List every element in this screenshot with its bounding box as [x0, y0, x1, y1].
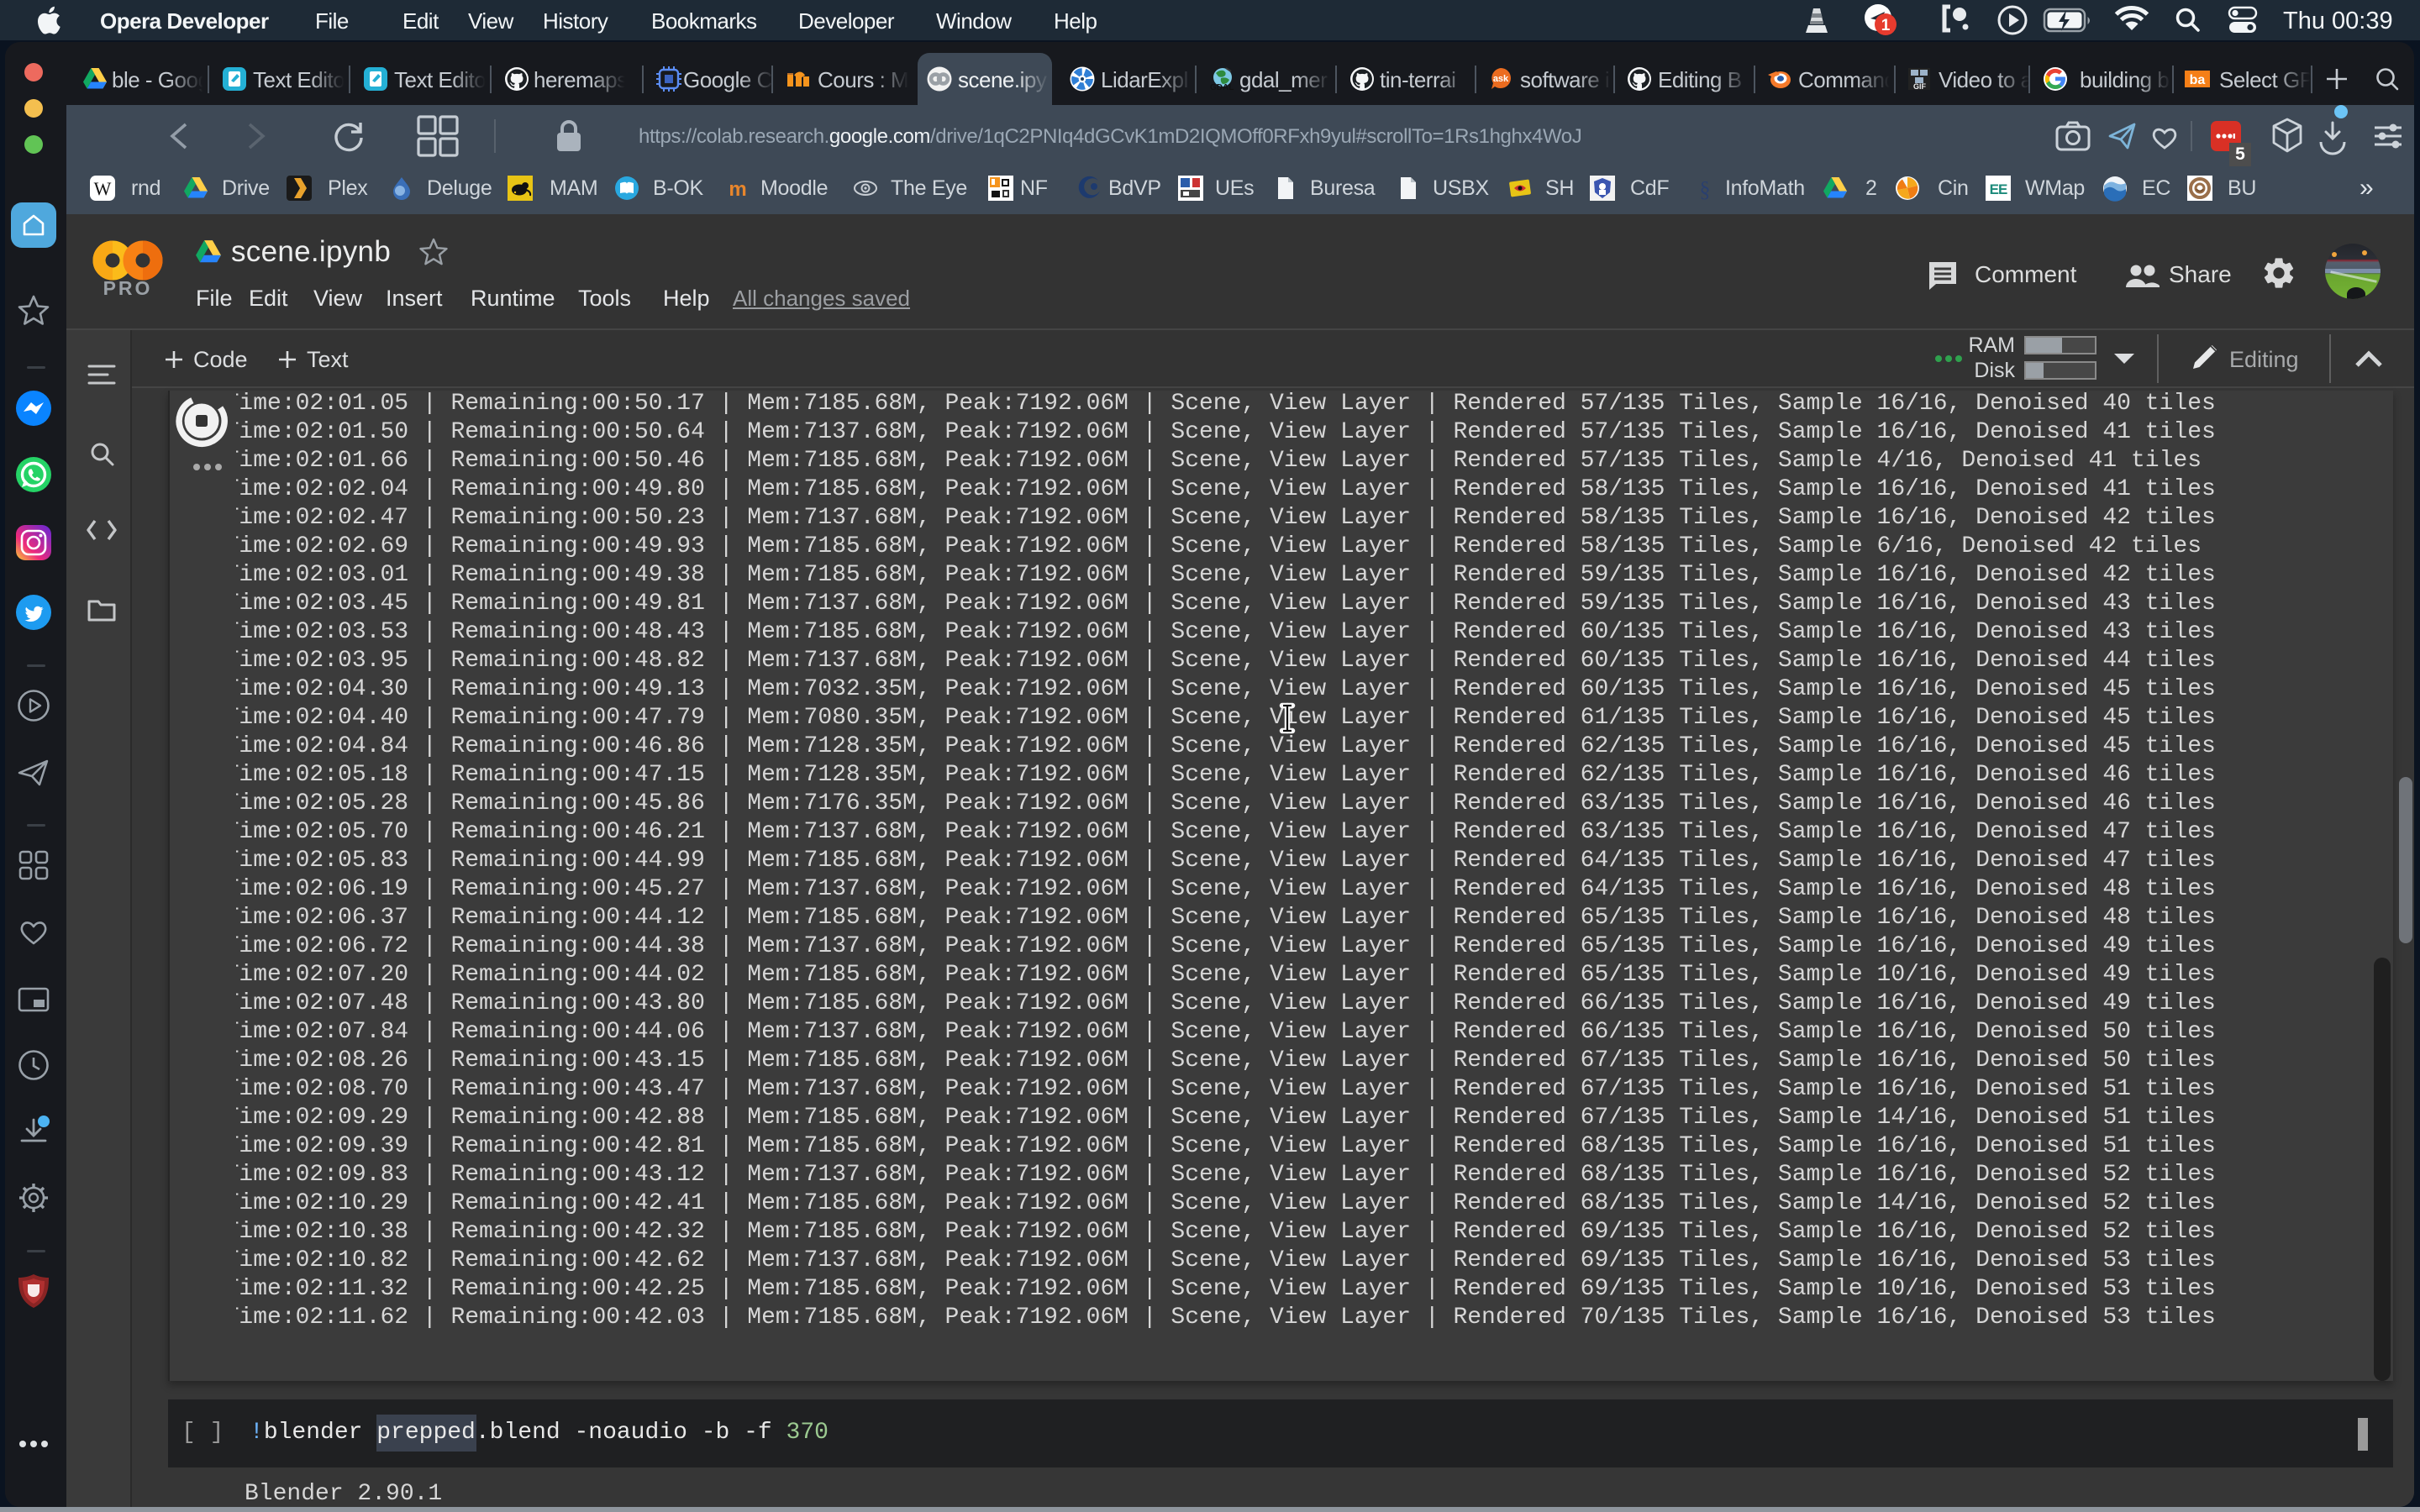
svg-text:GDAL: GDAL — [1210, 83, 1234, 92]
svg-text:GIF: GIF — [1913, 82, 1927, 91]
svg-text:1: 1 — [1881, 17, 1891, 34]
svg-text:ba: ba — [2190, 73, 2206, 87]
svg-text:W: W — [94, 178, 112, 199]
svg-text:ask: ask — [1493, 74, 1509, 84]
svg-text:§: § — [1700, 177, 1711, 202]
svg-text:EE: EE — [1990, 181, 2007, 197]
svg-text:m: m — [729, 178, 746, 201]
